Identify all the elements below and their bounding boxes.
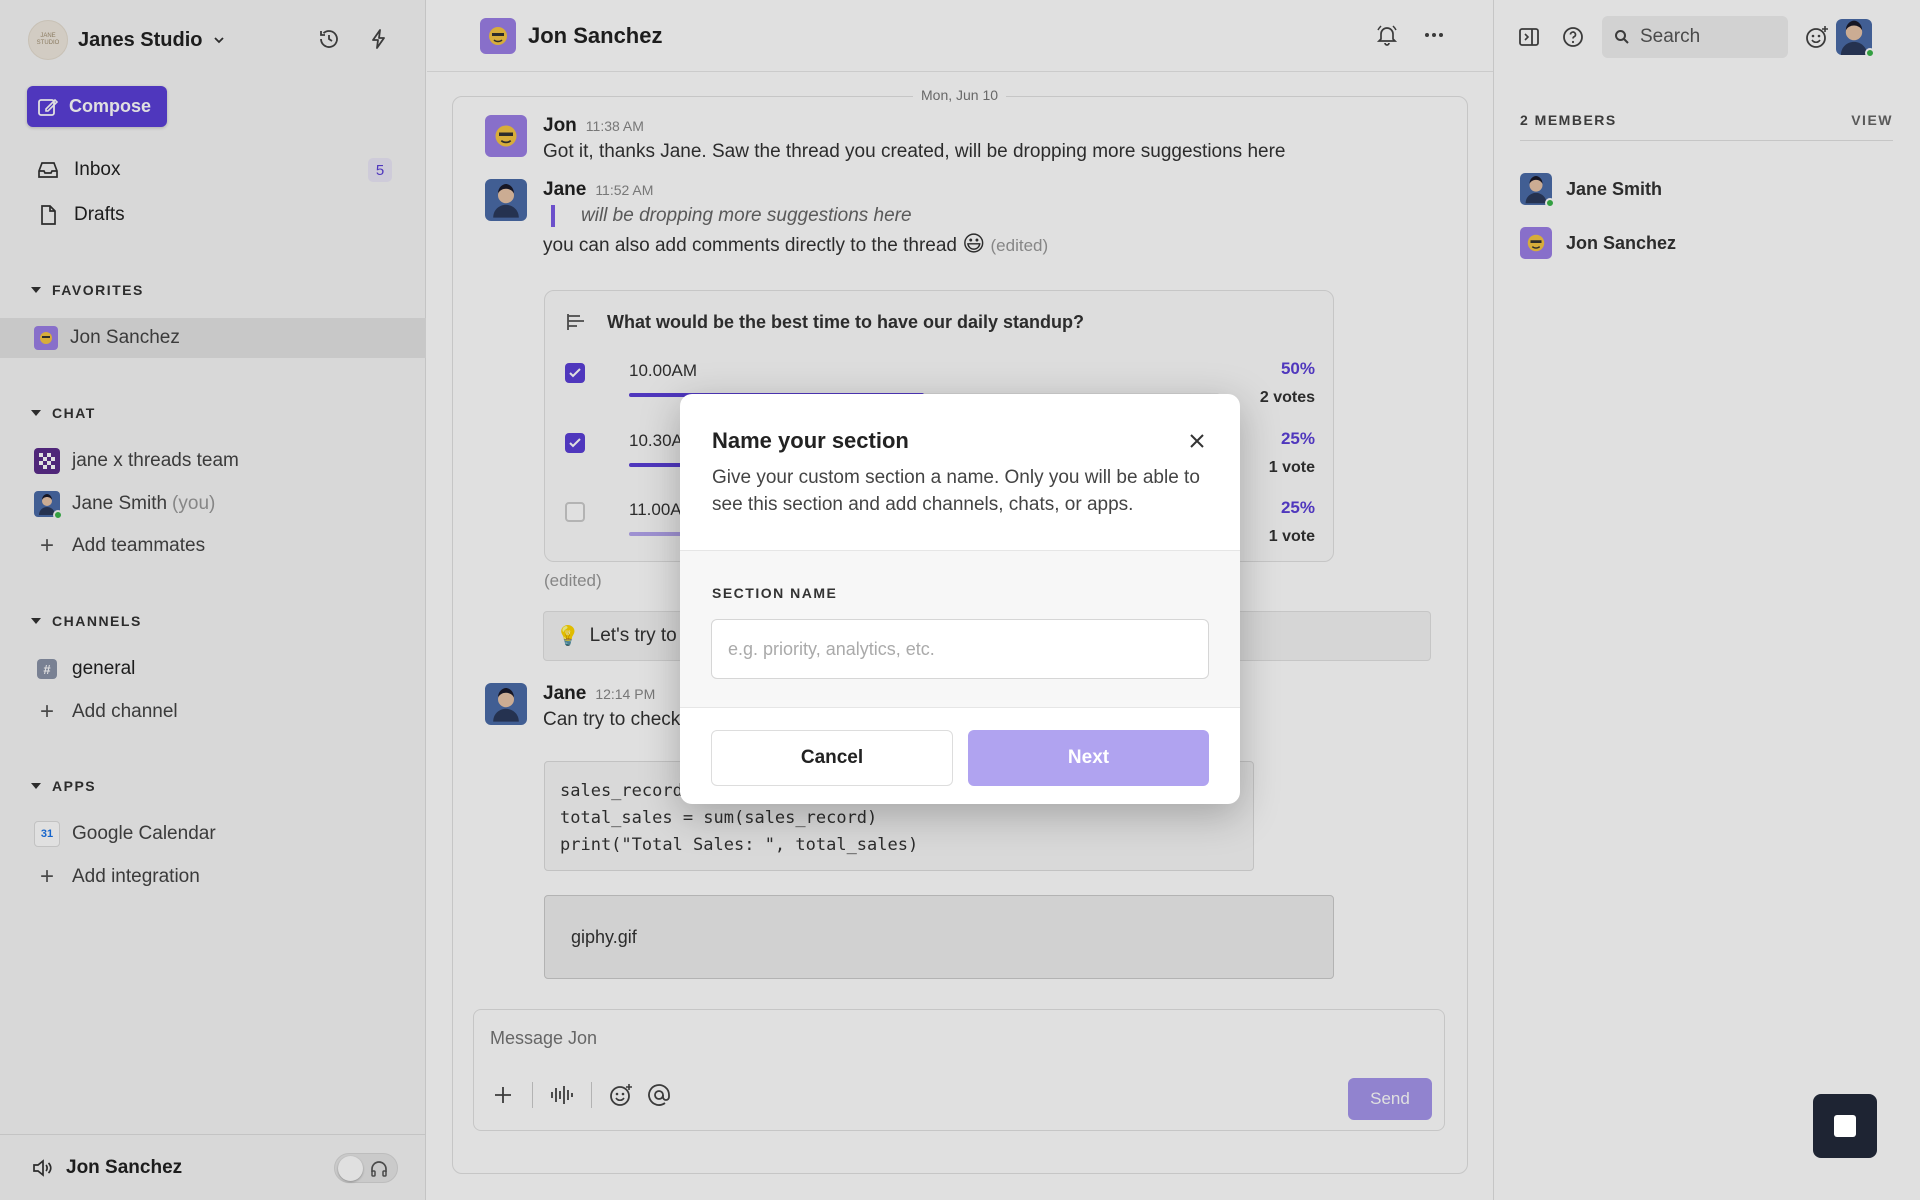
name-section-dialog: Name your section Give your custom secti… bbox=[680, 394, 1240, 804]
close-icon[interactable] bbox=[1184, 428, 1210, 454]
section-name-label: SECTION NAME bbox=[712, 585, 838, 601]
dialog-title: Name your section bbox=[712, 428, 909, 453]
next-button[interactable]: Next bbox=[968, 730, 1209, 786]
section-name-input[interactable] bbox=[711, 619, 1209, 679]
dialog-description: Give your custom section a name. Only yo… bbox=[712, 467, 1200, 515]
stop-recording-button[interactable] bbox=[1813, 1094, 1877, 1158]
cancel-button[interactable]: Cancel bbox=[711, 730, 953, 786]
